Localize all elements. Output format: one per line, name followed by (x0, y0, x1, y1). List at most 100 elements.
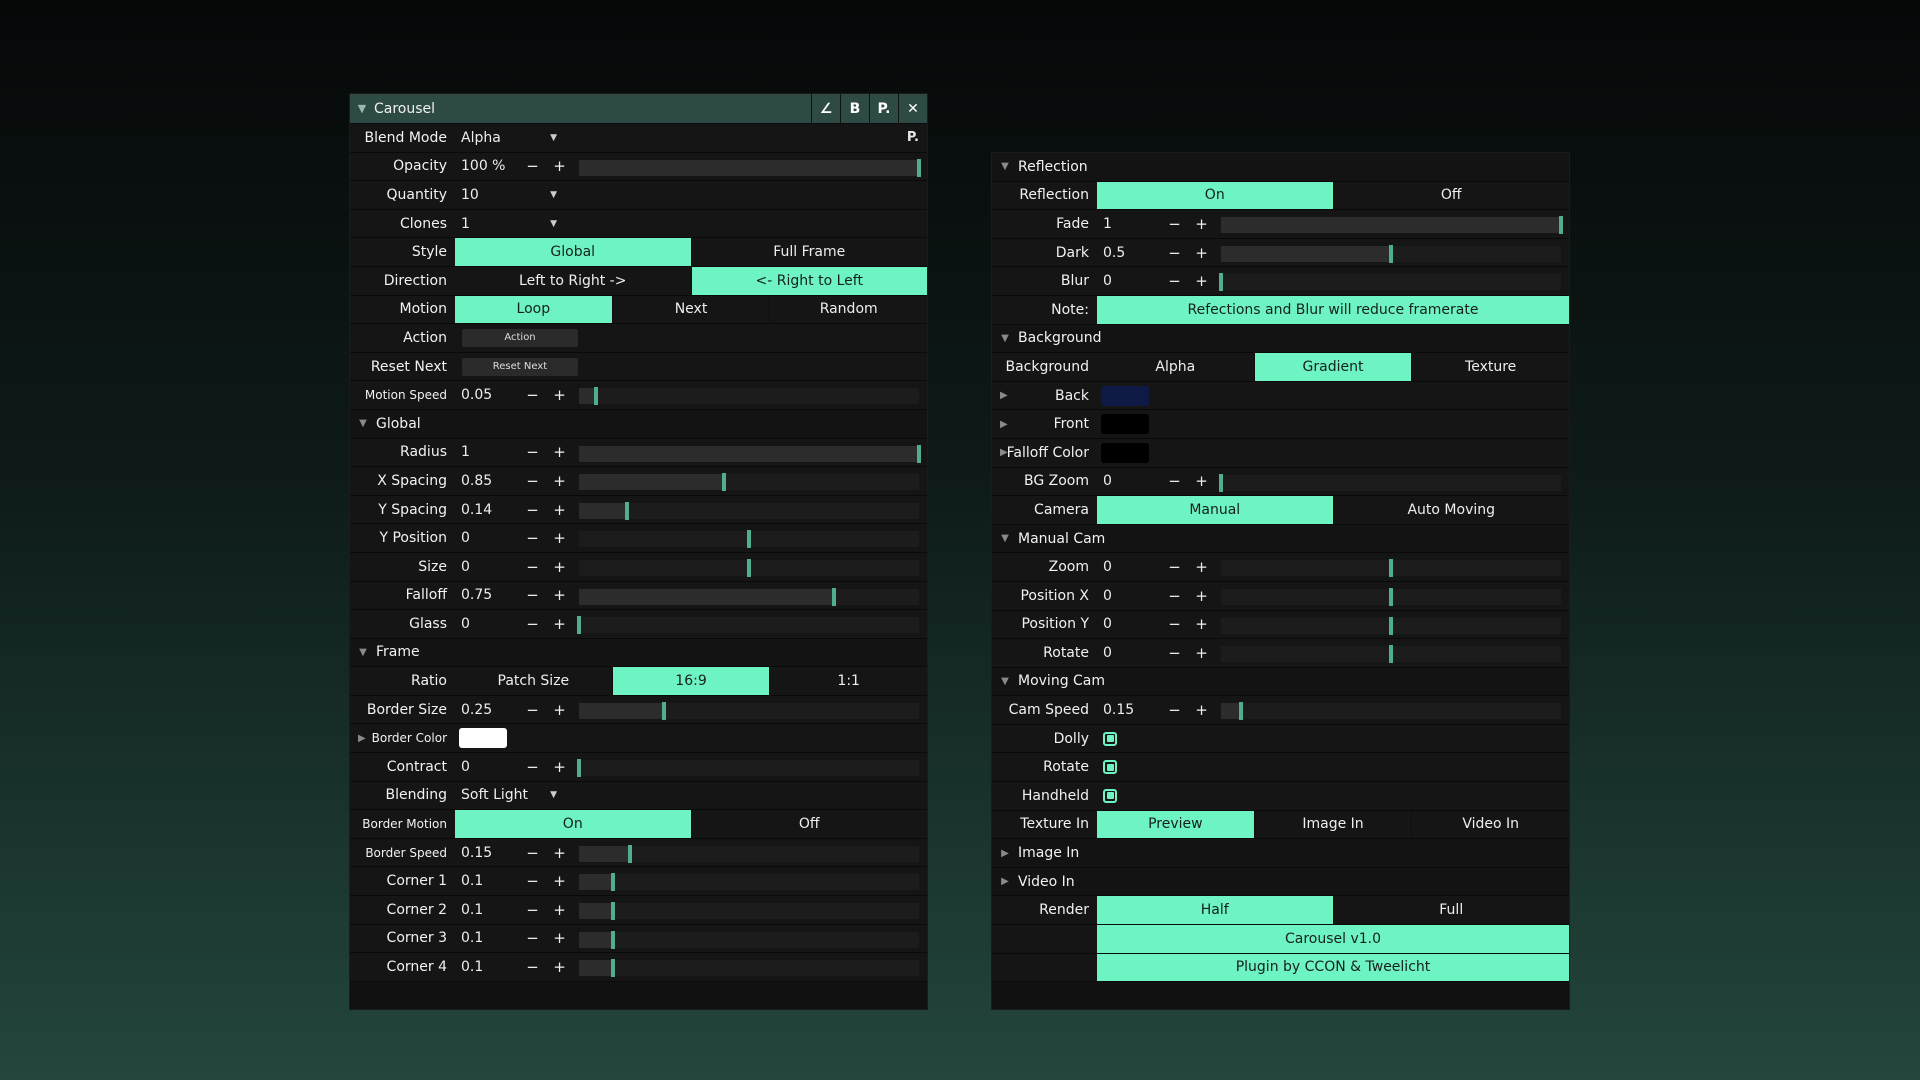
moving-cam-section-header[interactable]: ▼ Moving Cam (992, 667, 1569, 697)
border-speed-decrement[interactable]: − (519, 844, 546, 862)
corner-1-decrement[interactable]: − (519, 872, 546, 890)
motion-option-loop[interactable]: Loop (455, 295, 612, 324)
size-decrement[interactable]: − (519, 558, 546, 576)
collapse-triangle-icon[interactable]: ▼ (992, 333, 1018, 344)
collapse-triangle-icon[interactable]: ▼ (350, 647, 376, 658)
border-size-decrement[interactable]: − (519, 701, 546, 719)
border-motion-option-on[interactable]: On (455, 810, 691, 838)
rotate-checkbox[interactable] (1103, 760, 1117, 775)
background-option-alpha[interactable]: Alpha (1097, 353, 1254, 381)
slider-thumb[interactable] (1389, 645, 1393, 664)
glass-value[interactable]: 0 (455, 616, 519, 632)
border-size-increment[interactable]: + (546, 701, 573, 719)
collapse-triangle-icon[interactable]: ▼ (992, 676, 1018, 687)
motion-speed-value[interactable]: 0.05 (455, 387, 519, 403)
dark-value[interactable]: 0.5 (1097, 245, 1161, 261)
fade-increment[interactable]: + (1188, 215, 1215, 233)
expand-triangle-icon[interactable]: ▶ (358, 733, 366, 744)
bg-zoom-increment[interactable]: + (1188, 472, 1215, 490)
bg-zoom-decrement[interactable]: − (1161, 472, 1188, 490)
slider-thumb[interactable] (628, 844, 632, 863)
cam-speed-increment[interactable]: + (1188, 701, 1215, 719)
position-x-slider[interactable] (1221, 587, 1561, 606)
opacity-decrement[interactable]: − (519, 157, 546, 175)
y-spacing-decrement[interactable]: − (519, 501, 546, 519)
falloff-increment[interactable]: + (546, 586, 573, 604)
y-position-decrement[interactable]: − (519, 529, 546, 547)
style-option-full-frame[interactable]: Full Frame (690, 238, 928, 266)
texture-in-option-preview[interactable]: Preview (1097, 810, 1254, 839)
blend-preset-button[interactable]: P. (907, 130, 919, 145)
slider-thumb[interactable] (721, 473, 726, 492)
corner-4-decrement[interactable]: − (519, 958, 546, 976)
slider-thumb[interactable] (611, 902, 615, 921)
direction-option-left-to-right[interactable]: Left to Right -> (455, 267, 691, 295)
falloff-slider[interactable] (579, 587, 919, 606)
position-y-decrement[interactable]: − (1161, 615, 1188, 633)
slider-thumb[interactable] (1389, 616, 1393, 635)
fade-value[interactable]: 1 (1097, 216, 1161, 232)
border-speed-value[interactable]: 0.15 (455, 845, 519, 861)
slider-thumb[interactable] (577, 759, 581, 778)
slider-thumb[interactable] (594, 387, 598, 406)
expand-triangle-icon[interactable]: ▶ (1000, 390, 1008, 401)
opacity-increment[interactable]: + (546, 157, 573, 175)
bg-zoom-value[interactable]: 0 (1097, 473, 1161, 489)
y-position-increment[interactable]: + (546, 529, 573, 547)
corner-4-value[interactable]: 0.1 (455, 959, 519, 975)
dark-slider[interactable] (1221, 244, 1561, 263)
falloff-decrement[interactable]: − (519, 586, 546, 604)
blur-decrement[interactable]: − (1161, 272, 1188, 290)
front-color-swatch[interactable] (1101, 414, 1149, 435)
rotate-increment[interactable]: + (1188, 644, 1215, 662)
style-option-global[interactable]: Global (455, 238, 691, 266)
position-y-increment[interactable]: + (1188, 615, 1215, 633)
quantity-dropdown[interactable]: 10 ▼ (455, 187, 557, 203)
background-section-header[interactable]: ▼ Background (992, 324, 1569, 354)
reflection-option-on[interactable]: On (1097, 181, 1333, 210)
background-option-texture[interactable]: Texture (1411, 353, 1569, 381)
dark-increment[interactable]: + (1188, 244, 1215, 262)
border-speed-increment[interactable]: + (546, 844, 573, 862)
contract-decrement[interactable]: − (519, 758, 546, 776)
video-in-section-header[interactable]: ▶ Video In (992, 867, 1569, 897)
corner-3-decrement[interactable]: − (519, 929, 546, 947)
glass-increment[interactable]: + (546, 615, 573, 633)
slider-thumb[interactable] (624, 501, 629, 520)
close-button[interactable]: ✕ (898, 94, 927, 123)
texture-in-option-video-in[interactable]: Video In (1411, 810, 1569, 839)
size-value[interactable]: 0 (455, 559, 519, 575)
corner-3-value[interactable]: 0.1 (455, 930, 519, 946)
corner-2-value[interactable]: 0.1 (455, 902, 519, 918)
corner-2-slider[interactable] (579, 902, 919, 921)
slider-thumb[interactable] (1389, 559, 1393, 578)
slider-thumb[interactable] (1219, 473, 1223, 492)
corner-1-value[interactable]: 0.1 (455, 873, 519, 889)
border-motion-option-off[interactable]: Off (690, 810, 928, 838)
blending-dropdown[interactable]: Soft Light ▼ (455, 787, 557, 803)
fade-decrement[interactable]: − (1161, 215, 1188, 233)
blur-slider[interactable] (1219, 273, 1561, 292)
radius-decrement[interactable]: − (519, 443, 546, 461)
radius-value[interactable]: 1 (455, 444, 519, 460)
radius-increment[interactable]: + (546, 443, 573, 461)
camera-option-auto-moving[interactable]: Auto Moving (1332, 496, 1570, 524)
ratio-option-16-9[interactable]: 16:9 (611, 667, 770, 695)
slider-thumb[interactable] (611, 873, 615, 892)
slider-thumb[interactable] (1389, 587, 1393, 606)
rotate-value[interactable]: 0 (1097, 645, 1161, 661)
expand-triangle-icon[interactable]: ▶ (1000, 447, 1008, 458)
global-section-header[interactable]: ▼ Global (350, 409, 927, 439)
rotate-slider[interactable] (1221, 645, 1561, 664)
size-slider[interactable] (579, 558, 919, 577)
position-x-decrement[interactable]: − (1161, 587, 1188, 605)
border-color-swatch[interactable] (459, 728, 507, 749)
y-spacing-value[interactable]: 0.14 (455, 502, 519, 518)
cam-speed-value[interactable]: 0.15 (1097, 702, 1161, 718)
action-button[interactable]: Action (462, 328, 578, 347)
slider-thumb[interactable] (832, 587, 836, 606)
size-increment[interactable]: + (546, 558, 573, 576)
corner-3-increment[interactable]: + (546, 929, 573, 947)
blend-mode-dropdown[interactable]: Alpha ▼ (455, 130, 557, 146)
expand-triangle-icon[interactable]: ▶ (1000, 419, 1008, 430)
